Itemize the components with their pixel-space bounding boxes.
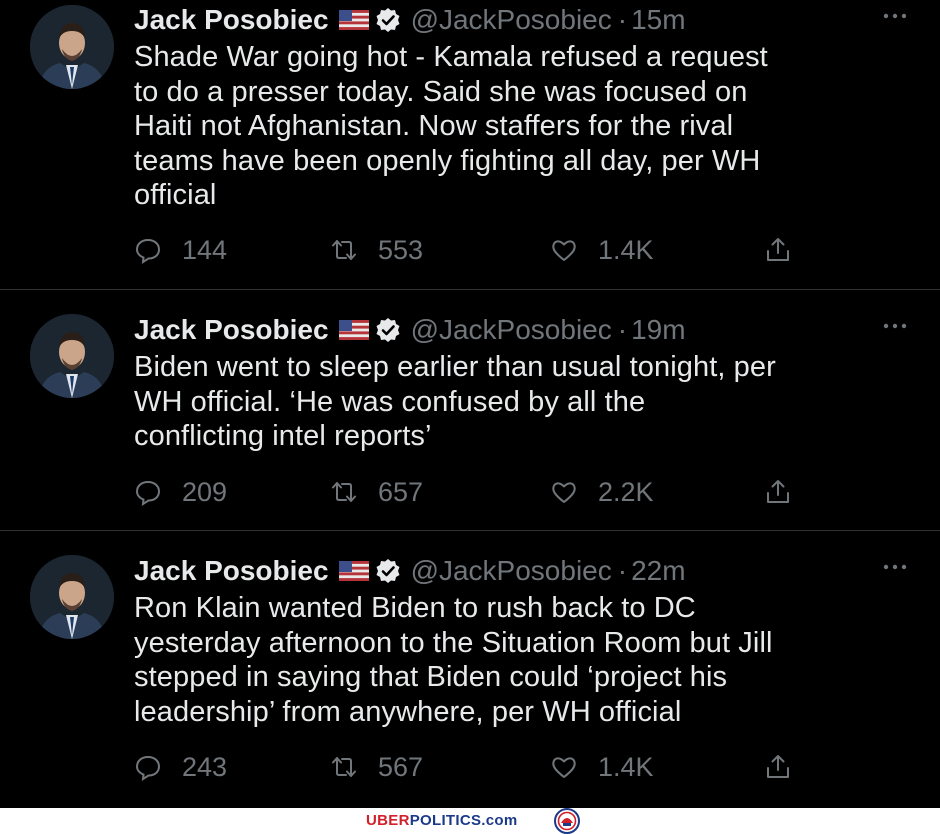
- retweet-button[interactable]: 567: [330, 747, 423, 787]
- avatar-image: [30, 555, 114, 639]
- avatar-image: [30, 5, 114, 89]
- reply-button[interactable]: 209: [134, 472, 227, 512]
- author-name[interactable]: Jack Posobiec: [134, 314, 329, 346]
- like-count: 1.4K: [598, 234, 654, 265]
- verified-badge-icon: [376, 8, 400, 32]
- brand-logo-icon: [554, 808, 580, 834]
- brand-part-2: POLITICS.com: [409, 812, 518, 829]
- tweet-text-line: conflicting intel reports’: [134, 420, 432, 452]
- timestamp[interactable]: 22m: [631, 555, 685, 587]
- speech-bubble-icon: [135, 238, 161, 264]
- share-button[interactable]: [764, 747, 792, 787]
- tweet-text-line: stepped in saying that Biden could ‘proj…: [134, 661, 728, 693]
- avatar[interactable]: [30, 314, 114, 398]
- retweet-icon: [332, 482, 356, 502]
- avatar[interactable]: [30, 555, 114, 639]
- more-dots-icon[interactable]: [880, 316, 910, 336]
- tweet-header: Jack Posobiec @JackPosobiec · 22m: [134, 555, 686, 587]
- us-flag-icon: [338, 10, 369, 30]
- retweet-count: 567: [378, 751, 424, 782]
- like-button[interactable]: 1.4K: [550, 747, 654, 787]
- author-handle[interactable]: @JackPosobiec: [411, 314, 612, 346]
- avatar[interactable]: [30, 5, 114, 89]
- retweet-count: 657: [378, 476, 424, 507]
- like-count: 1.4K: [598, 751, 654, 782]
- tweet-text-line: to do a presser today. Said she was focu…: [134, 75, 748, 108]
- reply-count: 243: [182, 751, 228, 782]
- retweet-button[interactable]: 553: [330, 230, 423, 270]
- share-icon: [767, 755, 789, 778]
- share-icon: [767, 238, 789, 261]
- retweet-icon: [332, 757, 356, 777]
- reply-count: 209: [182, 476, 228, 507]
- separator-dot: ·: [617, 555, 628, 586]
- like-count: 2.2K: [598, 476, 654, 507]
- author-handle[interactable]: @JackPosobiec: [411, 4, 612, 36]
- tweet-text-line: WH official. ‘He was confused by all the: [134, 385, 646, 418]
- reply-button[interactable]: 243: [134, 747, 227, 787]
- avatar-image: [30, 314, 114, 398]
- tweet-text-line: Ron Klain wanted Biden to rush back to D…: [134, 592, 696, 624]
- retweet-icon: [332, 240, 356, 260]
- tweet-thread: Jack Posobiec @JackPosobiec · 15m Shade …: [0, 0, 940, 808]
- tweet-text-line: official: [134, 179, 217, 211]
- author-name[interactable]: Jack Posobiec: [134, 4, 329, 36]
- tweet-text: Shade War going hot - Kamala refused a r…: [134, 40, 914, 213]
- timestamp[interactable]: 19m: [631, 314, 685, 346]
- more-dots-icon[interactable]: [880, 6, 910, 26]
- share-icon: [767, 480, 789, 503]
- tweet[interactable]: Jack Posobiec @JackPosobiec · 19m Biden …: [0, 290, 940, 531]
- tweet-text-line: teams have been openly fighting all day,…: [134, 144, 761, 177]
- heart-icon: [552, 240, 576, 261]
- more-dots-icon[interactable]: [880, 557, 910, 577]
- us-flag-icon: [338, 320, 369, 340]
- us-flag-icon: [338, 561, 369, 581]
- retweet-button[interactable]: 657: [330, 472, 423, 512]
- like-button[interactable]: 2.2K: [550, 472, 654, 512]
- retweet-count: 553: [378, 234, 424, 265]
- tweet-header: Jack Posobiec @JackPosobiec · 15m: [134, 4, 686, 36]
- timestamp[interactable]: 15m: [631, 4, 685, 36]
- separator-dot: ·: [617, 4, 628, 35]
- reply-count: 144: [182, 234, 228, 265]
- tweet[interactable]: Jack Posobiec @JackPosobiec · 22m Ron Kl…: [0, 531, 940, 808]
- author-name[interactable]: Jack Posobiec: [134, 555, 329, 587]
- author-handle[interactable]: @JackPosobiec: [411, 555, 612, 587]
- tweet-text-line: Haiti not Afghanistan. Now staffers for …: [134, 110, 734, 142]
- watermark-footer: UBERPOLITICS.com: [0, 808, 940, 834]
- speech-bubble-icon: [135, 480, 161, 506]
- separator-dot: ·: [617, 314, 628, 345]
- brand-part-1: UBER: [366, 812, 410, 829]
- tweet-text-line: yesterday afternoon to the Situation Roo…: [134, 626, 773, 659]
- share-button[interactable]: [764, 230, 792, 270]
- tweet-actions: 243 567 1.4K: [134, 747, 814, 787]
- heart-icon: [552, 482, 576, 503]
- speech-bubble-icon: [135, 755, 161, 781]
- tweet-text: Ron Klain wanted Biden to rush back to D…: [134, 591, 914, 729]
- tweet[interactable]: Jack Posobiec @JackPosobiec · 15m Shade …: [0, 0, 940, 290]
- tweet-actions: 209 657 2.2K: [134, 472, 814, 512]
- tweet-text: Biden went to sleep earlier than usual t…: [134, 350, 914, 454]
- verified-badge-icon: [376, 559, 400, 583]
- verified-badge-icon: [376, 318, 400, 342]
- heart-icon: [552, 757, 576, 778]
- tweet-text-line: leadership’ from anywhere, per WH offici…: [134, 695, 682, 728]
- tweet-text-line: Shade War going hot - Kamala refused a r…: [134, 41, 768, 73]
- tweet-header: Jack Posobiec @JackPosobiec · 19m: [134, 314, 686, 346]
- reply-button[interactable]: 144: [134, 230, 227, 270]
- like-button[interactable]: 1.4K: [550, 230, 654, 270]
- brand-watermark[interactable]: UBERPOLITICS.com: [366, 812, 517, 829]
- tweet-text-line: Biden went to sleep earlier than usual t…: [134, 351, 776, 383]
- share-button[interactable]: [764, 472, 792, 512]
- tweet-actions: 144 553 1.4K: [134, 230, 814, 270]
